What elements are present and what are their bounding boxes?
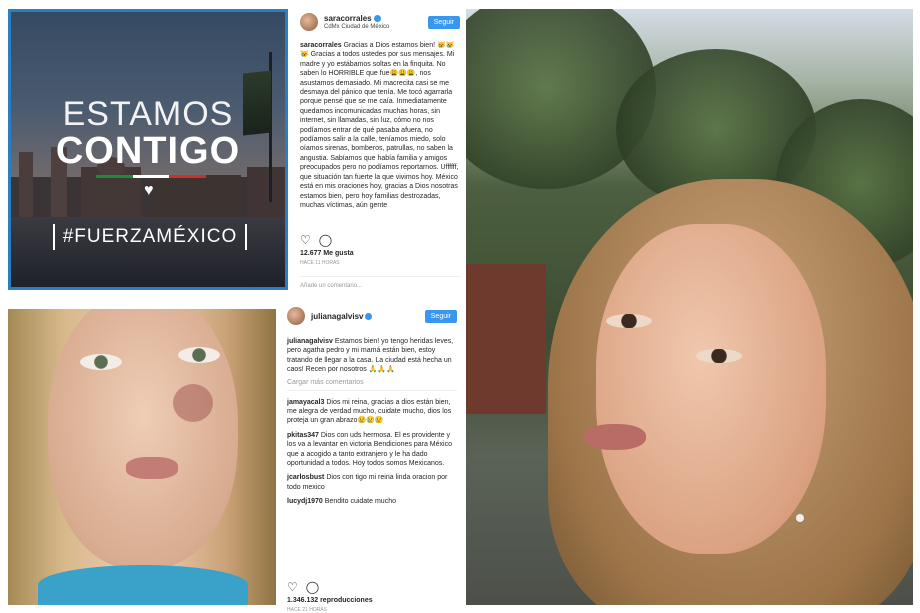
pearl-earring: [796, 514, 804, 522]
post-date: HACE 21 HORAS: [287, 606, 328, 613]
heart-icon: ♥: [144, 182, 154, 199]
face: [596, 224, 826, 554]
bruise: [173, 384, 213, 422]
instagram-post-julianagalvisv: julianagalvisv Seguir julianagalvisv Est…: [287, 303, 457, 613]
comment-item: jamayacal3 Dios mi reina, gracias a dios…: [287, 398, 457, 426]
comment-item: jcarlosbust Dios con tigo mi reina linda…: [287, 473, 457, 492]
verified-icon: [365, 312, 373, 320]
comments-list: jamayacal3 Dios mi reina, gracias a dios…: [287, 389, 457, 572]
tricolor-green: [96, 175, 133, 178]
post-caption: saracorrales Gracias a Dios estamos bien…: [300, 41, 460, 225]
comment-username[interactable]: pkitas347: [287, 432, 319, 439]
left-eye: [606, 314, 652, 328]
instagram-post-saracorrales: saracorrales CdMx Ciudad de México Segui…: [300, 9, 460, 290]
post-date: HACE 11 HORAS: [300, 260, 340, 266]
location[interactable]: CdMx Ciudad de México: [324, 23, 389, 31]
comment-username[interactable]: jcarlosbust: [287, 474, 324, 481]
tricolor-white: [132, 175, 170, 178]
blue-shirt: [38, 565, 248, 605]
comment-item: pkitas347 Dios con uds hermosa. El es pr…: [287, 431, 457, 469]
like-icon[interactable]: ♡: [287, 580, 298, 594]
post-header: saracorrales CdMx Ciudad de México Segui…: [300, 9, 460, 35]
comment-item: lucydj1970 Bendito cuidate mucho: [287, 497, 457, 506]
comment-username[interactable]: jamayacal3: [287, 399, 324, 406]
post-actions: ♡ ◯: [287, 580, 457, 594]
likes-count[interactable]: 12.677 Me gusta: [300, 250, 460, 257]
follow-button[interactable]: Seguir: [427, 15, 460, 29]
lips: [584, 424, 646, 450]
post-caption: julianagalvisv Estamos bien! yo tengo he…: [287, 337, 457, 375]
follow-button[interactable]: Seguir: [424, 309, 457, 323]
right-eye: [178, 347, 220, 363]
username[interactable]: saracorrales: [324, 14, 389, 23]
add-comment-input[interactable]: Añade un comentario...: [300, 276, 460, 289]
caption-text: Gracias a Dios estamos bien! 😿😿😿 Gracias…: [300, 42, 459, 209]
collage: ESTAMOS CONTIGO ♥ #FUERZAMÉXICO saracorr…: [0, 0, 920, 613]
post-actions: ♡ ◯: [300, 233, 460, 247]
verified-icon: [373, 14, 381, 22]
estamos-contigo-graphic: ESTAMOS CONTIGO ♥ #FUERZAMÉXICO: [8, 9, 288, 290]
left-eye: [80, 354, 122, 370]
comment-icon[interactable]: ◯: [306, 580, 319, 594]
contigo-text: CONTIGO: [55, 130, 241, 172]
caption-username[interactable]: julianagalvisv: [287, 338, 333, 345]
caption-username[interactable]: saracorrales: [300, 42, 342, 49]
comment-username[interactable]: lucydj1970: [287, 498, 323, 505]
sara-selfie-photo: [466, 9, 913, 605]
post-header: julianagalvisv Seguir: [287, 303, 457, 329]
right-eye: [696, 349, 742, 363]
reproductions-count[interactable]: 1.346.132 reproducciones: [287, 597, 457, 604]
red-wall: [466, 264, 546, 414]
hashtag-text: #FUERZAMÉXICO: [62, 226, 238, 247]
tricolor-bar: [96, 175, 207, 178]
like-icon[interactable]: ♡: [300, 233, 311, 247]
username[interactable]: julianagalvisv: [311, 312, 373, 321]
avatar[interactable]: [300, 13, 318, 31]
avatar[interactable]: [287, 307, 305, 325]
mouth: [126, 457, 178, 479]
comment-icon[interactable]: ◯: [319, 233, 332, 247]
comment-text: Bendito cuidate mucho: [324, 498, 396, 506]
juliana-selfie-photo: [8, 309, 276, 605]
load-more-comments[interactable]: Cargar más comentarios: [287, 379, 457, 386]
estamos-text: ESTAMOS: [62, 95, 234, 133]
tricolor-red: [169, 175, 207, 178]
hashtag-box: #FUERZAMÉXICO: [53, 224, 247, 250]
